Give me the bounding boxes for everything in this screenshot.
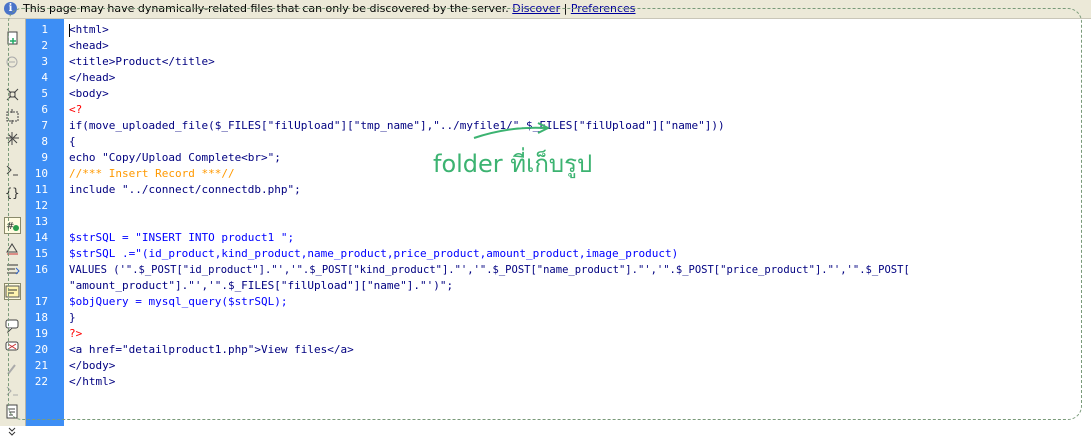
line-number: 17 [34, 295, 48, 308]
line-number: 19 [34, 327, 48, 340]
line-number: 3 [41, 55, 48, 68]
syntax-coloring-icon[interactable] [4, 261, 21, 278]
code-line[interactable]: <title>Product</title> [69, 54, 215, 70]
line-number: 5 [41, 87, 48, 100]
code-line[interactable]: <html> [69, 22, 109, 38]
code-line[interactable]: </body> [69, 358, 115, 374]
code-line[interactable]: <body> [69, 86, 109, 102]
line-number: 7 [41, 119, 48, 132]
expand-all-icon[interactable] [4, 130, 21, 147]
code-line[interactable]: </html> [69, 374, 115, 390]
line-number: 15 [34, 247, 48, 260]
recent-snippets-icon[interactable] [4, 383, 21, 400]
line-number: 22 [34, 375, 48, 388]
code-line[interactable]: </head> [69, 70, 115, 86]
discover-link[interactable]: Discover [512, 2, 560, 15]
highlight-invalid-code-icon[interactable] [4, 240, 21, 257]
remove-comment-icon[interactable] [4, 339, 21, 356]
code-line[interactable]: { [69, 134, 76, 150]
collapse-tag-icon[interactable] [4, 86, 21, 103]
toolbar-overflow-chevron-icon[interactable] [4, 425, 21, 437]
file-management-icon[interactable] [4, 30, 21, 47]
line-number: 16 [34, 263, 48, 276]
word-wrap-icon[interactable] [4, 283, 21, 300]
apply-comment-icon[interactable] [4, 317, 21, 334]
coding-toolbar: {} # [0, 19, 26, 436]
line-number: 10 [34, 167, 48, 180]
info-icon: i [4, 2, 17, 15]
code-line[interactable]: echo "Copy/Upload Complete<br>"; [69, 150, 281, 166]
code-line[interactable]: <a href="detailproduct1.php">View files<… [69, 342, 354, 358]
code-editor[interactable] [64, 19, 1091, 426]
folder-annotation: folder ที่เก็บรูป [433, 150, 593, 178]
line-number: 20 [34, 343, 48, 356]
select-parent-tag-icon[interactable] [4, 162, 21, 179]
code-line[interactable]: <? [69, 102, 82, 118]
line-number: 18 [34, 311, 48, 324]
text-cursor [69, 24, 70, 37]
code-line[interactable]: $strSQL .="(id_product,kind_product,name… [69, 246, 678, 262]
svg-text:#: # [6, 221, 14, 232]
code-line-wrapped[interactable]: "amount_product"]."','".$_FILES["filUplo… [69, 278, 453, 294]
line-number: 21 [34, 359, 48, 372]
infobar-separator: | [563, 2, 568, 15]
code-line[interactable]: if(move_uploaded_file($_FILES["filUpload… [69, 118, 725, 134]
line-number: 1 [41, 23, 48, 36]
line-number: 8 [41, 135, 48, 148]
code-line[interactable]: include "../connect/connectdb.php"; [69, 182, 301, 198]
line-number: 2 [41, 39, 48, 52]
code-line[interactable]: $strSQL = "INSERT INTO product1 "; [69, 230, 294, 246]
preview-icon[interactable] [4, 54, 21, 71]
collapse-selection-icon[interactable] [4, 108, 21, 125]
wrap-tag-icon[interactable] [4, 361, 21, 378]
line-number: 6 [41, 103, 48, 116]
line-numbers-icon[interactable]: # [4, 217, 21, 234]
svg-text:{}: {} [5, 186, 19, 200]
format-source-icon[interactable] [4, 403, 21, 420]
code-line[interactable]: } [69, 310, 76, 326]
balance-braces-icon[interactable]: {} [4, 184, 21, 201]
line-number: 12 [34, 199, 48, 212]
line-number: 13 [34, 215, 48, 228]
code-line[interactable]: //*** Insert Record ***// [69, 166, 235, 182]
line-number: 11 [34, 183, 48, 196]
line-number: 4 [41, 71, 48, 84]
dynamic-files-infobar: i This page may have dynamically-related… [0, 0, 1091, 19]
line-number: 9 [41, 151, 48, 164]
code-line[interactable]: VALUES ('".$_POST["id_product"]."','".$_… [69, 262, 910, 278]
infobar-text-wrap: This page may have dynamically-related f… [23, 0, 636, 18]
infobar-message: This page may have dynamically-related f… [23, 2, 509, 15]
code-line[interactable]: $objQuery = mysql_query($strSQL); [69, 294, 288, 310]
preferences-link[interactable]: Preferences [571, 2, 636, 15]
code-line[interactable]: <head> [69, 38, 109, 54]
code-line[interactable]: ?> [69, 326, 82, 342]
line-number: 14 [34, 231, 48, 244]
